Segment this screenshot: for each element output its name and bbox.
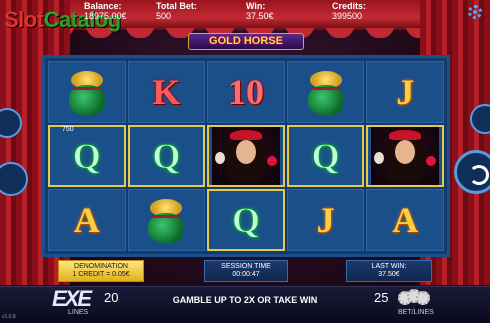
reel-cell: K xyxy=(127,61,206,123)
bet-per-line-value[interactable]: 25 xyxy=(374,290,388,305)
reel-cell xyxy=(48,61,126,123)
settings-gear-icon[interactable] xyxy=(468,5,482,19)
reel-cell-winning: Q xyxy=(127,125,206,187)
game-title: GOLD HORSE xyxy=(188,33,304,50)
fortune-teller-symbol xyxy=(211,127,280,185)
bet-chips-icon[interactable] xyxy=(398,289,430,307)
gold-sack-symbol xyxy=(304,69,348,115)
gold-sack-symbol xyxy=(65,69,109,115)
balance-value: 18975.00€ xyxy=(84,11,127,21)
last-win-box: LAST WIN: 37.50€ xyxy=(346,260,432,282)
reel-cell-winning: Q xyxy=(48,125,126,187)
credits-stat: Credits: 399500 xyxy=(332,1,366,21)
reel-cell: A xyxy=(366,189,444,251)
line-win-amount: 750 xyxy=(62,126,74,133)
symbol-j: J xyxy=(396,72,415,112)
last-win-value: 37.50€ xyxy=(378,271,400,278)
balance-stat: Balance: 18975.00€ xyxy=(84,1,127,21)
total-bet-stat: Total Bet: 500 xyxy=(156,1,197,21)
total-bet-label: Total Bet: xyxy=(156,1,197,11)
symbol-a: A xyxy=(73,200,100,240)
denomination-label: DENOMINATION xyxy=(74,263,128,270)
fortune-teller-symbol xyxy=(371,127,440,185)
symbol-q: Q xyxy=(72,136,101,176)
denomination-value: 1 CREDIT = 0.05€ xyxy=(72,271,130,278)
bet-lines-label: BET/LINES xyxy=(398,309,434,316)
symbol-10: 10 xyxy=(227,72,264,112)
reel-cell: J xyxy=(286,189,365,251)
denomination-box[interactable]: DENOMINATION 1 CREDIT = 0.05€ xyxy=(58,260,144,282)
total-bet-value: 500 xyxy=(156,11,172,21)
session-time-label: SESSION TIME xyxy=(221,263,271,270)
spin-button[interactable] xyxy=(454,150,490,194)
session-time-box: SESSION TIME 00:00:47 xyxy=(204,260,288,282)
reel-cell-winning: Q xyxy=(286,125,365,187)
reel-cell: A xyxy=(48,189,126,251)
credits-label: Credits: xyxy=(332,1,367,11)
version-label: v1.0.8 xyxy=(2,314,16,320)
reel-cell: 10 xyxy=(207,61,285,123)
reel-cell-winning xyxy=(207,125,285,187)
symbol-k: K xyxy=(152,72,181,112)
symbol-q: Q xyxy=(311,136,340,176)
last-win-label: LAST WIN: xyxy=(371,263,407,270)
symbol-q: Q xyxy=(231,200,260,240)
credits-value: 399500 xyxy=(332,11,363,21)
symbol-j: J xyxy=(316,200,335,240)
reel-cell xyxy=(286,61,365,123)
gold-sack-symbol xyxy=(144,197,188,243)
logo-text-slot: Slot xyxy=(4,7,44,32)
win-stat: Win: 37.50€ xyxy=(246,1,274,21)
reel-cell: J xyxy=(366,61,444,123)
win-value: 37.50€ xyxy=(246,11,274,21)
reel-cell xyxy=(127,189,206,251)
reel-area: K 10 J Q Q Q A Q J A xyxy=(42,55,450,257)
lines-label: LINES xyxy=(68,309,89,316)
symbol-a: A xyxy=(392,200,419,240)
symbol-q: Q xyxy=(152,136,181,176)
reel-cell-winning: Q xyxy=(207,189,285,251)
reel-cell-winning xyxy=(366,125,444,187)
win-label: Win: xyxy=(246,1,266,11)
session-time-value: 00:00:47 xyxy=(232,271,260,278)
balance-label: Balance: xyxy=(84,1,122,11)
